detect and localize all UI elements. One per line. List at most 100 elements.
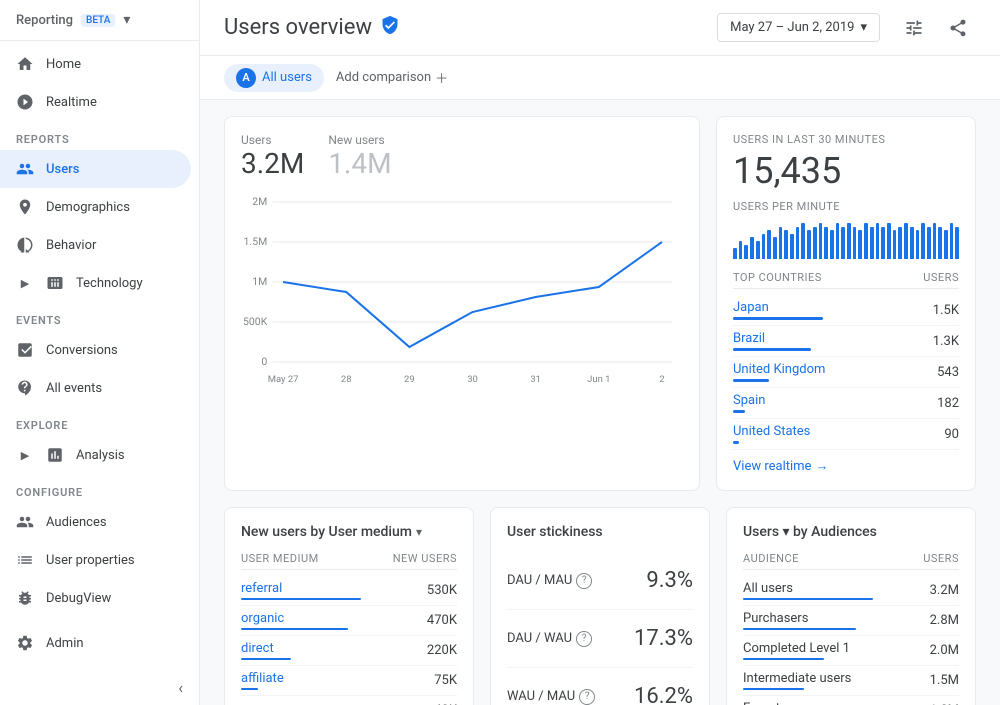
svg-text:1.5M: 1.5M <box>244 235 268 248</box>
stickiness-label: WAU / MAU <box>507 689 575 704</box>
expand-analysis-icon: ▶ <box>16 446 34 464</box>
audiences-rows: All users 3.2M Purchasers 2.8M Completed… <box>743 576 959 705</box>
audience-name-cell: Purchasers <box>743 611 856 630</box>
content-area: Users 3.2M New users 1.4M <box>200 100 1000 705</box>
debugview-icon <box>16 589 34 607</box>
sidebar-item-user-properties[interactable]: User properties <box>0 541 191 579</box>
new-users-card-title: New users by User medium ▾ <box>241 524 457 540</box>
customize-report-button[interactable] <box>896 10 932 46</box>
new-users-metric: New users 1.4M <box>328 133 391 180</box>
country-name: Spain <box>733 393 765 408</box>
main-area: Users overview May 27 – Jun 2, 2019 ▾ A <box>200 0 1000 705</box>
svg-text:1M: 1M <box>252 275 267 288</box>
mini-bar <box>756 241 760 259</box>
svg-text:Jun 1: Jun 1 <box>587 374 610 385</box>
explore-section-label: EXPLORE <box>0 407 199 436</box>
sidebar-item-analysis[interactable]: ▶ Analysis <box>0 436 191 474</box>
sidebar-item-technology[interactable]: ▶ Technology <box>0 264 191 302</box>
medium-value: 75K <box>434 673 457 688</box>
sidebar-item-debugview[interactable]: DebugView <box>0 579 191 617</box>
realtime-label: Realtime <box>46 95 97 110</box>
mini-bar <box>858 230 862 259</box>
stickiness-value: 17.3% <box>634 626 693 651</box>
share-button[interactable] <box>940 10 976 46</box>
sidebar-item-audiences[interactable]: Audiences <box>0 503 191 541</box>
page-title-area: Users overview <box>224 15 400 40</box>
view-realtime-text: View realtime <box>733 459 811 474</box>
mini-bar <box>904 223 908 259</box>
country-row: Brazil 1.3K <box>733 326 959 357</box>
date-range-picker[interactable]: May 27 – Jun 2, 2019 ▾ <box>717 13 880 42</box>
sidebar-item-conversions[interactable]: Conversions <box>0 331 191 369</box>
country-name: Japan <box>733 300 769 315</box>
medium-name: referral <box>241 581 282 596</box>
audience-bar <box>743 688 804 690</box>
stickiness-value: 9.3% <box>646 568 693 593</box>
view-realtime-link[interactable]: View realtime → <box>733 458 959 474</box>
mini-bar <box>870 227 874 259</box>
title-dropdown-icon[interactable]: ▾ <box>416 525 422 539</box>
analysis-icon <box>46 446 64 464</box>
medium-name-cell: affiliate <box>241 671 284 690</box>
chevron-down-icon[interactable]: ▾ <box>123 12 130 28</box>
users-metric-value: 3.2M <box>241 147 304 180</box>
home-icon <box>16 55 34 73</box>
debugview-label: DebugView <box>46 591 111 606</box>
svg-text:2M: 2M <box>252 195 267 208</box>
sidebar-item-all-events[interactable]: All events <box>0 369 191 407</box>
all-users-chip[interactable]: A All users <box>224 64 324 92</box>
sidebar-item-admin[interactable]: Admin <box>0 624 191 662</box>
add-comparison-button[interactable]: Add comparison ＋ <box>336 68 448 87</box>
help-icon[interactable]: ? <box>576 631 592 647</box>
audience-name: Purchasers <box>743 611 808 626</box>
country-name: Brazil <box>733 331 765 346</box>
audience-name: Intermediate users <box>743 671 851 686</box>
new-users-metric-label: New users <box>328 133 391 147</box>
behavior-icon <box>16 236 34 254</box>
mini-bar <box>887 223 891 259</box>
country-bar <box>733 441 739 444</box>
country-value: 1.3K <box>933 334 959 349</box>
help-icon[interactable]: ? <box>579 689 595 705</box>
medium-name-cell: organic <box>241 611 348 630</box>
medium-bar <box>241 598 361 600</box>
audiences-label: Audiences <box>46 515 107 530</box>
mini-bar <box>836 223 840 259</box>
audience-data-row: Expert users 1.0M <box>743 696 959 705</box>
country-value: 90 <box>944 427 959 442</box>
help-icon[interactable]: ? <box>576 573 592 589</box>
stickiness-metric-row: DAU / MAU ? 9.3% <box>507 552 693 610</box>
svg-text:29: 29 <box>404 374 415 385</box>
top-countries-label: TOP COUNTRIES <box>733 271 822 284</box>
stickiness-label-wrap: DAU / MAU ? <box>507 573 592 589</box>
all-events-icon <box>16 379 34 397</box>
stickiness-label-wrap: DAU / WAU ? <box>507 631 592 647</box>
users-metric: Users 3.2M <box>241 133 304 180</box>
sidebar-item-realtime[interactable]: Realtime <box>0 83 191 121</box>
medium-name-cell: cpc <box>241 701 262 705</box>
all-users-label: All users <box>262 70 312 85</box>
stickiness-label: DAU / MAU <box>507 573 572 588</box>
new-users-data-row: referral 530K <box>241 576 457 606</box>
audience-name-cell: Intermediate users <box>743 671 851 690</box>
sidebar-item-users[interactable]: Users <box>0 150 191 188</box>
new-users-card: New users by User medium ▾ USER MEDIUM N… <box>224 507 474 705</box>
top-bar-right: May 27 – Jun 2, 2019 ▾ <box>717 10 976 46</box>
conversions-label: Conversions <box>46 343 118 358</box>
country-bar <box>733 410 745 413</box>
svg-text:2: 2 <box>659 374 664 385</box>
medium-name: affiliate <box>241 671 284 686</box>
new-users-data-row: organic 470K <box>241 606 457 636</box>
sidebar-item-home[interactable]: Home <box>0 45 191 83</box>
sidebar-collapse-button[interactable]: ‹ <box>0 670 199 705</box>
countries-table-header: TOP COUNTRIES USERS <box>733 271 959 289</box>
sidebar-item-behavior[interactable]: Behavior <box>0 226 191 264</box>
expand-icon: ▶ <box>16 274 34 292</box>
svg-text:30: 30 <box>467 374 478 385</box>
page-title: Users overview <box>224 15 372 40</box>
users-chart-card: Users 3.2M New users 1.4M <box>224 116 700 491</box>
user-medium-col-label: USER MEDIUM <box>241 552 319 565</box>
behavior-label: Behavior <box>46 238 96 253</box>
add-comparison-label: Add comparison <box>336 70 431 85</box>
sidebar-item-demographics[interactable]: Demographics <box>0 188 191 226</box>
